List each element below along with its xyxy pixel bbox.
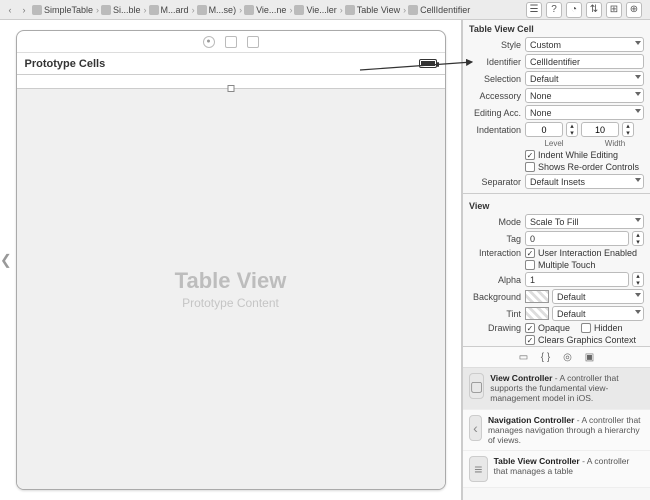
stepper[interactable]: ▴▾ (622, 122, 634, 137)
lib-tab-media-icon[interactable]: ▣ (583, 350, 597, 364)
lib-item-tablecontroller[interactable]: ≡ Table View Controller - A controller t… (463, 451, 650, 488)
inspector-tabs: ☰ ? ◔ ⇅ ⊞ ⊕ (526, 2, 646, 18)
resize-handle[interactable] (227, 85, 234, 92)
tv-placeholder-title: Table View (175, 268, 287, 294)
stepper[interactable]: ▴▾ (632, 231, 644, 246)
lib-item-navcontroller[interactable]: ‹ Navigation Controller - A controller t… (463, 410, 650, 452)
help-inspector-icon[interactable]: ? (546, 2, 562, 18)
identifier-field[interactable]: CellIdentifier (525, 54, 644, 69)
indent-level-field[interactable] (525, 122, 563, 137)
tc-icon: ≡ (469, 456, 488, 482)
connections-inspector-icon[interactable]: ⊕ (626, 2, 642, 18)
lib-tab-file-icon[interactable]: ▭ (517, 350, 531, 364)
uie-checkbox[interactable] (525, 248, 535, 258)
selection-select[interactable]: Default (525, 71, 644, 86)
bc-item[interactable]: Vie...ne› (244, 5, 293, 15)
stepper[interactable]: ▴▾ (566, 122, 578, 137)
scene-nav-left-icon[interactable]: ❮ (0, 252, 12, 269)
reorder-checkbox[interactable] (525, 162, 535, 172)
fwd-nav[interactable]: › (18, 3, 30, 17)
indent-width-field[interactable] (581, 122, 619, 137)
lib-tab-code-icon[interactable]: { } (539, 350, 553, 364)
style-select[interactable]: Custom (525, 37, 644, 52)
indent-editing-checkbox[interactable] (525, 150, 535, 160)
cgc-checkbox[interactable] (525, 335, 535, 345)
lib-tab-object-icon[interactable]: ◎ (561, 350, 575, 364)
vc-icon: ▢ (469, 373, 484, 399)
section-cell: Table View Cell (463, 20, 650, 36)
lib-item-viewcontroller[interactable]: ▢ View Controller - A controller that su… (463, 368, 650, 410)
prototype-cell[interactable] (17, 75, 445, 89)
breadcrumb: SimpleTable› Si...ble› M...ard› M...se)›… (32, 5, 524, 15)
mode-select[interactable]: Scale To Fill (525, 214, 644, 229)
bc-item[interactable]: SimpleTable› (32, 5, 100, 15)
back-nav[interactable]: ‹ (4, 3, 16, 17)
stepper[interactable]: ▴▾ (632, 272, 644, 287)
object-library: ▭ { } ◎ ▣ ▢ View Controller - A controll… (463, 346, 650, 488)
identity-inspector-icon[interactable]: ◔ (566, 2, 582, 18)
bg-select[interactable]: Default (552, 289, 644, 304)
bg-swatch[interactable] (525, 290, 549, 303)
accessory-select[interactable]: None (525, 88, 644, 103)
editing-acc-select[interactable]: None (525, 105, 644, 120)
nc-icon: ‹ (469, 415, 482, 441)
tint-select[interactable]: Default (552, 306, 644, 321)
battery-icon (419, 59, 437, 68)
alpha-field[interactable]: 1 (525, 272, 629, 287)
exit-icon[interactable] (247, 36, 259, 48)
tint-swatch[interactable] (525, 307, 549, 320)
bc-item[interactable]: M...se)› (197, 5, 244, 15)
bc-item[interactable]: Vie...ler› (294, 5, 343, 15)
opaque-checkbox[interactable] (525, 323, 535, 333)
file-inspector-icon[interactable]: ☰ (526, 2, 542, 18)
bc-item[interactable]: M...ard› (149, 5, 196, 15)
first-responder-icon[interactable] (225, 36, 237, 48)
prototype-header: Prototype Cells (17, 53, 445, 75)
bc-item[interactable]: CellIdentifier (408, 5, 470, 15)
bc-item[interactable]: Table View› (345, 5, 407, 15)
canvas[interactable]: ❮ ● Prototype Cells Table View Prototype… (0, 20, 462, 500)
separator-select[interactable]: Default Insets (525, 174, 644, 189)
size-inspector-icon[interactable]: ⊞ (606, 2, 622, 18)
tv-placeholder-sub: Prototype Content (182, 296, 279, 310)
table-view-body[interactable]: Table View Prototype Content (17, 89, 445, 489)
attributes-inspector: Table View Cell StyleCustom IdentifierCe… (462, 20, 650, 500)
device-frame: ● Prototype Cells Table View Prototype C… (16, 30, 446, 490)
prototype-title: Prototype Cells (25, 58, 106, 70)
bc-item[interactable]: Si...ble› (101, 5, 148, 15)
hidden-checkbox[interactable] (581, 323, 591, 333)
scene-toolbar: ● (17, 31, 445, 53)
attributes-inspector-icon[interactable]: ⇅ (586, 2, 602, 18)
tag-field[interactable]: 0 (525, 231, 629, 246)
scene-dot-icon[interactable]: ● (203, 36, 215, 48)
mt-checkbox[interactable] (525, 260, 535, 270)
section-view: View (463, 197, 650, 213)
